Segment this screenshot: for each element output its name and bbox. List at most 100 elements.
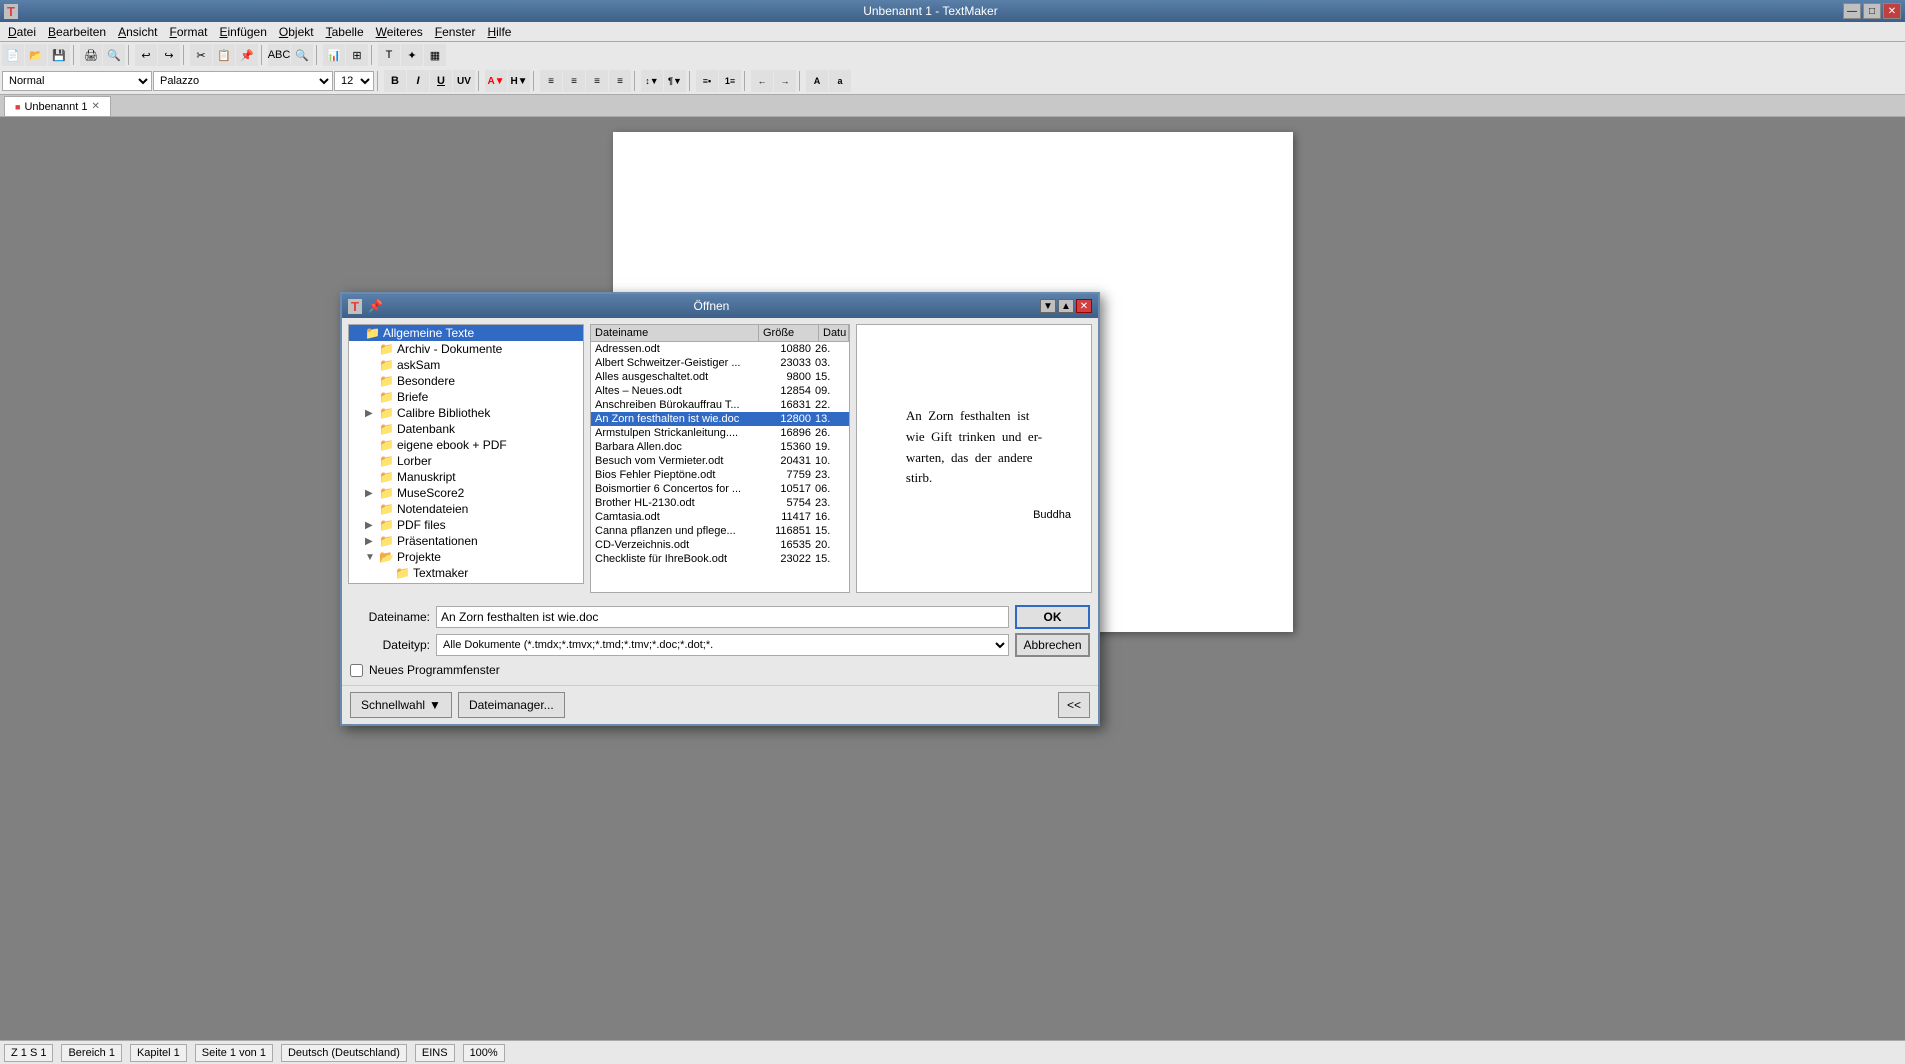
align-justify-button[interactable]: ≡ — [609, 70, 631, 92]
tb-btn-extra2[interactable]: ✦ — [401, 44, 423, 66]
col-header-size[interactable]: Größe — [759, 325, 819, 341]
tree-item-notendateien[interactable]: 📁 Notendateien — [349, 501, 583, 517]
strikethrough-button[interactable]: UV — [453, 70, 475, 92]
filename-input[interactable] — [436, 606, 1009, 628]
tree-item-quell[interactable]: 📁 Quell-Texte — [349, 581, 583, 584]
align-left-button[interactable]: ≡ — [540, 70, 562, 92]
tree-item-briefe[interactable]: 📁 Briefe — [349, 389, 583, 405]
file-item[interactable]: Besuch vom Vermieter.odt 20431 10. — [591, 454, 849, 468]
undo-button[interactable]: ↩ — [135, 44, 157, 66]
filetype-select[interactable]: Alle Dokumente (*.tmdx;*.tmvx;*.tmd;*.tm… — [436, 634, 1009, 656]
menu-ansicht[interactable]: Ansicht — [112, 23, 163, 41]
new-window-label[interactable]: Neues Programmfenster — [369, 663, 500, 677]
tree-item-manuskript[interactable]: 📁 Manuskript — [349, 469, 583, 485]
tree-item-archiv[interactable]: 📁 Archiv - Dokumente — [349, 341, 583, 357]
size-dropdown[interactable]: 12 — [334, 71, 374, 91]
file-item-selected[interactable]: An Zorn festhalten ist wie.doc 12800 13. — [591, 412, 849, 426]
print-preview-button[interactable]: 🔍 — [103, 44, 125, 66]
font-dropdown[interactable]: Palazzo — [153, 71, 333, 91]
menu-weiteres[interactable]: Weiteres — [370, 23, 429, 41]
style-dropdown[interactable]: Normal — [2, 71, 152, 91]
dialog-minimize-button[interactable]: ▼ — [1040, 299, 1056, 313]
file-item[interactable]: Adressen.odt 10880 26. — [591, 342, 849, 356]
save-button[interactable]: 💾 — [48, 44, 70, 66]
file-item[interactable]: CD-Verzeichnis.odt 16535 20. — [591, 538, 849, 552]
open-button[interactable]: 📂 — [25, 44, 47, 66]
tree-item-allgemeine[interactable]: 📁 Allgemeine Texte — [349, 325, 583, 341]
close-button[interactable]: ✕ — [1883, 3, 1901, 19]
align-right-button[interactable]: ≡ — [586, 70, 608, 92]
file-item[interactable]: Altes – Neues.odt 12854 09. — [591, 384, 849, 398]
underline-button[interactable]: U — [430, 70, 452, 92]
new-window-checkbox[interactable] — [350, 664, 363, 677]
indent-increase-button[interactable]: → — [774, 70, 796, 92]
tree-item-projekte[interactable]: ▼ 📂 Projekte — [349, 549, 583, 565]
tree-item-eigene[interactable]: 📁 eigene ebook + PDF — [349, 437, 583, 453]
dateimanager-button[interactable]: Dateimanager... — [458, 692, 565, 718]
tb-btn-extra3[interactable]: ▦ — [424, 44, 446, 66]
cancel-button[interactable]: Abbrechen — [1015, 633, 1090, 657]
menu-fenster[interactable]: Fenster — [429, 23, 482, 41]
file-item[interactable]: Brother HL-2130.odt 5754 23. — [591, 496, 849, 510]
bold-button[interactable]: B — [384, 70, 406, 92]
search-button[interactable]: 🔍 — [291, 44, 313, 66]
menu-bearbeiten[interactable]: Bearbeiten — [42, 23, 112, 41]
copy-button[interactable]: 📋 — [213, 44, 235, 66]
ok-button[interactable]: OK — [1015, 605, 1090, 629]
file-item[interactable]: Albert Schweitzer-Geistiger ... 23033 03… — [591, 356, 849, 370]
menu-datei[interactable]: Datei — [2, 23, 42, 41]
italic-button[interactable]: I — [407, 70, 429, 92]
col-header-date[interactable]: Datu — [819, 325, 849, 341]
align-center-button[interactable]: ≡ — [563, 70, 585, 92]
paste-button[interactable]: 📌 — [236, 44, 258, 66]
highlight-button[interactable]: H▼ — [508, 70, 530, 92]
file-item[interactable]: Boismortier 6 Concertos for ... 10517 06… — [591, 482, 849, 496]
maximize-button[interactable]: □ — [1863, 3, 1881, 19]
line-spacing-button[interactable]: ↕▼ — [641, 70, 663, 92]
font-size-small-button[interactable]: a — [829, 70, 851, 92]
schnellwahl-button[interactable]: Schnellwahl ▼ — [350, 692, 452, 718]
table-button[interactable]: ⊞ — [346, 44, 368, 66]
indent-decrease-button[interactable]: ← — [751, 70, 773, 92]
tree-item-datenbank[interactable]: 📁 Datenbank — [349, 421, 583, 437]
menu-einfuegen[interactable]: Einfügen — [214, 23, 273, 41]
redo-button[interactable]: ↪ — [158, 44, 180, 66]
tab-close-button[interactable]: ✕ — [91, 101, 99, 112]
new-button[interactable]: 📄 — [2, 44, 24, 66]
tree-item-textmaker[interactable]: 📁 Textmaker — [349, 565, 583, 581]
file-item[interactable]: Armstulpen Strickanleitung.... 16896 26. — [591, 426, 849, 440]
collapse-button[interactable]: << — [1058, 692, 1090, 718]
tree-item-lorber[interactable]: 📁 Lorber — [349, 453, 583, 469]
menu-format[interactable]: Format — [163, 23, 213, 41]
tree-item-besondere[interactable]: 📁 Besondere — [349, 373, 583, 389]
cut-button[interactable]: ✂ — [190, 44, 212, 66]
font-color-button[interactable]: A▼ — [485, 70, 507, 92]
para-spacing-button[interactable]: ¶▼ — [664, 70, 686, 92]
tab-unbenannt1[interactable]: ■ Unbenannt 1 ✕ — [4, 96, 111, 116]
file-item[interactable]: Barbara Allen.doc 15360 19. — [591, 440, 849, 454]
tree-item-musescore[interactable]: ▶ 📁 MuseScore2 — [349, 485, 583, 501]
file-item[interactable]: Camtasia.odt 11417 16. — [591, 510, 849, 524]
file-item[interactable]: Canna pflanzen und pflege... 116851 15. — [591, 524, 849, 538]
file-item[interactable]: Alles ausgeschaltet.odt 9800 15. — [591, 370, 849, 384]
tree-item-pdf[interactable]: ▶ 📁 PDF files — [349, 517, 583, 533]
col-header-name[interactable]: Dateiname — [591, 325, 759, 341]
file-item[interactable]: Checkliste für IhreBook.odt 23022 15. — [591, 552, 849, 566]
tree-item-calibre[interactable]: ▶ 📁 Calibre Bibliothek — [349, 405, 583, 421]
tree-item-praes[interactable]: ▶ 📁 Präsentationen — [349, 533, 583, 549]
menu-objekt[interactable]: Objekt — [273, 23, 320, 41]
menu-hilfe[interactable]: Hilfe — [481, 23, 517, 41]
list-unordered-button[interactable]: ≡• — [696, 70, 718, 92]
dialog-maximize-button[interactable]: ▲ — [1058, 299, 1074, 313]
menu-tabelle[interactable]: Tabelle — [320, 23, 370, 41]
print-button[interactable]: 🖨 — [80, 44, 102, 66]
file-item[interactable]: Anschreiben Bürokauffrau T... 16831 22. — [591, 398, 849, 412]
tree-item-asksam[interactable]: 📁 askSam — [349, 357, 583, 373]
list-ordered-button[interactable]: 1≡ — [719, 70, 741, 92]
chart-button[interactable]: 📊 — [323, 44, 345, 66]
tb-btn-extra1[interactable]: T — [378, 44, 400, 66]
spell-button[interactable]: ABC — [268, 44, 290, 66]
folder-tree[interactable]: 📁 Allgemeine Texte 📁 Archiv - Dokumente … — [348, 324, 584, 584]
file-list[interactable]: Adressen.odt 10880 26. Albert Schweitzer… — [590, 341, 850, 593]
file-item[interactable]: Bios Fehler Pieptöne.odt 7759 23. — [591, 468, 849, 482]
